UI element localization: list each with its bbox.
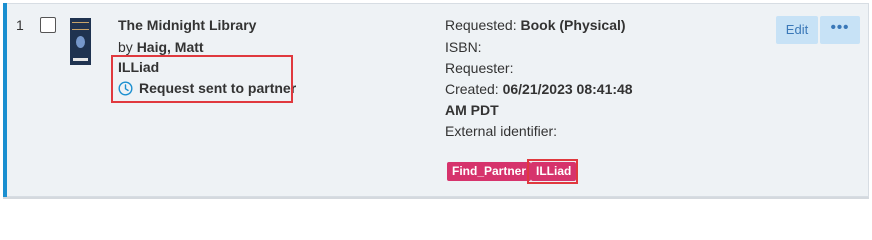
item-author: by Haig, Matt: [118, 39, 204, 55]
created-line-2: AM PDT: [445, 102, 499, 118]
tag-find-partner: Find_Partner: [447, 162, 532, 181]
author-name: Haig, Matt: [136, 39, 204, 55]
edit-button[interactable]: Edit: [776, 16, 818, 44]
more-actions-button[interactable]: •••: [820, 16, 860, 44]
isbn-line: ISBN:: [445, 39, 482, 55]
row-divider: [3, 197, 869, 199]
created-label: Created:: [445, 81, 499, 97]
row-select-checkbox[interactable]: [40, 17, 56, 33]
created-value-tz: AM PDT: [445, 102, 499, 118]
isbn-label: ISBN:: [445, 39, 482, 55]
created-value: 06/21/2023 08:41:48: [502, 81, 633, 97]
requester-label: Requester:: [445, 60, 514, 76]
external-id-label: External identifier:: [445, 123, 558, 139]
requester-line: Requester:: [445, 60, 513, 76]
source-status-highlight-box: [111, 55, 293, 103]
requested-label: Requested:: [445, 17, 517, 33]
requested-value: Book (Physical): [520, 17, 626, 33]
item-title[interactable]: The Midnight Library: [118, 17, 256, 33]
row-accent-bar: [3, 3, 7, 197]
book-cover-thumbnail: [70, 18, 91, 65]
author-prefix: by: [118, 39, 133, 55]
external-id-line: External identifier:: [445, 123, 557, 139]
row-number: 1: [16, 17, 24, 33]
created-line: Created: 06/21/2023 08:41:48: [445, 81, 633, 97]
requested-line: Requested: Book (Physical): [445, 17, 626, 33]
tag-highlight-box: [527, 159, 578, 184]
